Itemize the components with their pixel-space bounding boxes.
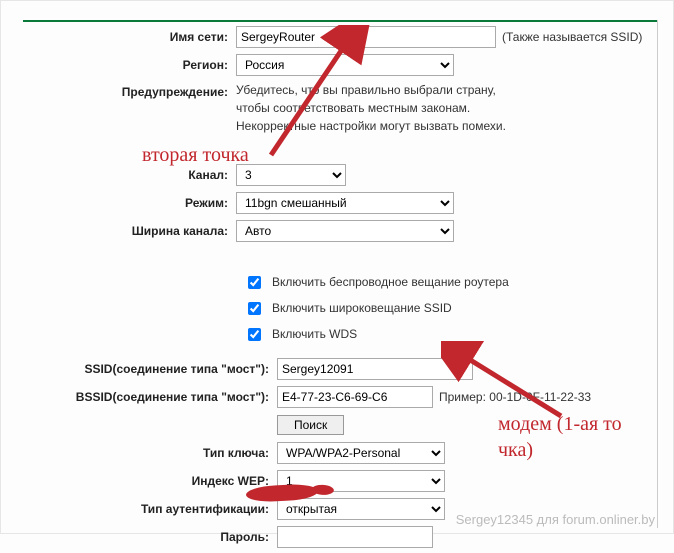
label-warning: Предупреждение: xyxy=(1,81,236,99)
enable-ssid-broadcast-label: Включить широковещание SSID xyxy=(272,301,452,315)
wireless-form: Имя сети: (Также называется SSID) Регион… xyxy=(1,25,657,553)
ssid-hint: (Также называется SSID) xyxy=(502,30,642,44)
label-channel-width: Ширина канала: xyxy=(1,224,236,238)
enable-wireless-label: Включить беспроводное вещание роутера xyxy=(272,275,509,289)
label-mode: Режим: xyxy=(1,196,236,210)
mode-select[interactable]: 11bgn смешанный xyxy=(236,192,454,214)
wep-index-select[interactable]: 1 xyxy=(277,470,445,492)
enable-ssid-broadcast-checkbox[interactable] xyxy=(248,302,261,315)
warning-text: Убедитесь, что вы правильно выбрали стра… xyxy=(236,81,506,135)
auth-type-select[interactable]: открытая xyxy=(277,498,445,520)
label-key-type: Тип ключа: xyxy=(1,446,277,460)
label-wds-ssid: SSID(соединение типа "мост"): xyxy=(1,362,277,376)
label-wep-index: Индекс WEP: xyxy=(1,474,277,488)
search-button[interactable]: Поиск xyxy=(277,415,344,435)
password-input[interactable] xyxy=(277,526,433,548)
channel-width-select[interactable]: Авто xyxy=(236,220,454,242)
label-auth-type: Тип аутентификации: xyxy=(1,502,277,516)
enable-wireless-checkbox[interactable] xyxy=(248,276,261,289)
label-region: Регион: xyxy=(1,58,236,72)
label-ssid: Имя сети: xyxy=(1,30,236,44)
key-type-select[interactable]: WPA/WPA2-Personal xyxy=(277,442,445,464)
separator-right xyxy=(657,20,658,528)
enable-wds-label: Включить WDS xyxy=(272,327,357,341)
ssid-input[interactable] xyxy=(236,26,496,48)
enable-wds-checkbox[interactable] xyxy=(248,328,261,341)
wds-bssid-input[interactable] xyxy=(277,386,433,408)
label-password: Пароль: xyxy=(1,530,277,544)
wds-ssid-input[interactable] xyxy=(277,358,473,380)
channel-select[interactable]: 3 xyxy=(236,164,346,186)
bssid-example: Пример: 00-1D-0F-11-22-33 xyxy=(439,390,591,404)
label-channel: Канал: xyxy=(1,168,236,182)
region-select[interactable]: Россия xyxy=(236,54,454,76)
label-wds-bssid: BSSID(соединение типа "мост"): xyxy=(1,390,277,404)
separator-top xyxy=(23,20,658,22)
